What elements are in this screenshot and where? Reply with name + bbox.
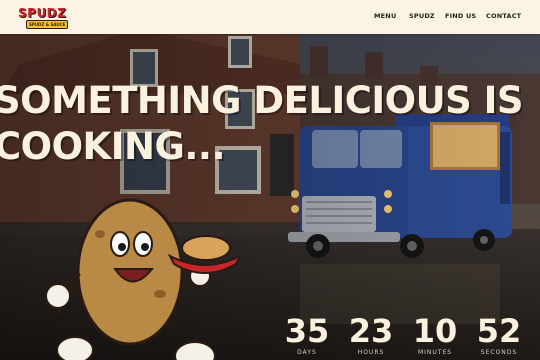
nav-link-contact[interactable]: CONTACT (486, 12, 521, 20)
hero-section: SOMETHING DELICIOUS IS COOKING... 35 DAY… (0, 34, 540, 360)
nav-link-find-us[interactable]: FIND US (445, 12, 476, 20)
countdown-days-value: 35 (284, 312, 330, 350)
countdown-seconds-value: 52 (476, 312, 522, 350)
countdown-seconds-label: SECONDS (480, 349, 518, 356)
nav-link-spudz[interactable]: SPUDZ (409, 12, 435, 20)
brand-logo-wordmark: SPUDZ (18, 6, 67, 20)
brand-logo[interactable]: SPUDZ SPUDZ & SAUCE (16, 6, 69, 30)
countdown-minutes-value: 10 (412, 312, 458, 350)
nav-link-menu[interactable]: MENU (374, 12, 396, 20)
countdown-minutes-label: MINUTES (417, 349, 453, 356)
site-header: SPUDZ SPUDZ & SAUCE MENU SPUDZ FIND US C… (0, 0, 540, 34)
countdown-hours-label: HOURS (357, 349, 385, 356)
hero-headline-line-1: SOMETHING DELICIOUS IS (0, 79, 524, 122)
brand-logo-tagline: SPUDZ & SAUCE (26, 20, 69, 29)
countdown-days-label: DAYS (297, 349, 317, 356)
countdown-hours-value: 23 (348, 312, 394, 350)
hero-headline-line-2: COOKING... (0, 125, 226, 168)
hero-headline: SOMETHING DELICIOUS IS COOKING... (0, 78, 524, 170)
